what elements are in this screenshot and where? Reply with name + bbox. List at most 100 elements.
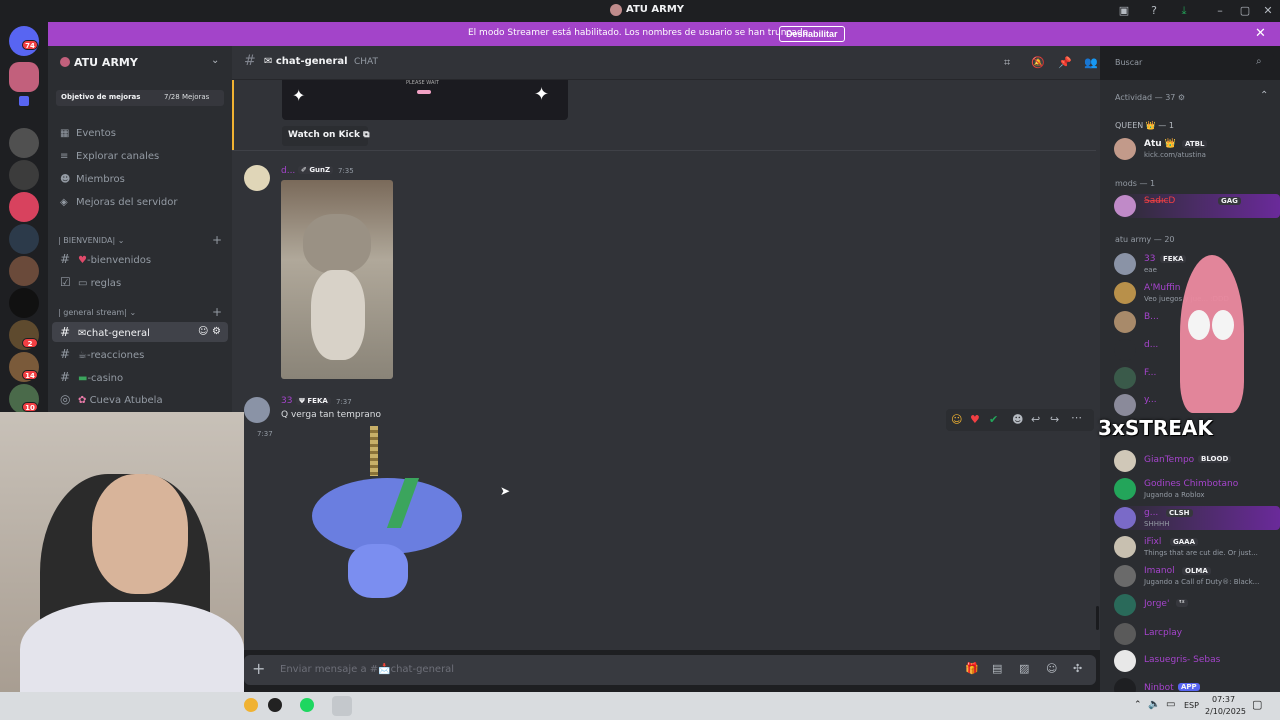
network-icon[interactable]: ▭ bbox=[1166, 699, 1175, 710]
clock-time[interactable]: 07:37 bbox=[1212, 695, 1235, 704]
mute-icon[interactable]: 🔕 bbox=[1031, 56, 1045, 69]
member-item[interactable]: iFixl GAAA Things that are cut die. Or jus… bbox=[1114, 535, 1280, 559]
channel-header: # ✉ chat-general CHAT ⌗ 🔕 📌 👥 bbox=[232, 46, 1100, 80]
emoji-reaction-icon[interactable]: ☺ bbox=[951, 413, 962, 426]
server-rail: 74 2 14 10 bbox=[0, 22, 48, 420]
clock-date[interactable]: 2/10/2025 bbox=[1205, 707, 1246, 716]
category-general-stream[interactable]: | general stream| ⌄ bbox=[58, 308, 136, 317]
channel-chat-general[interactable]: # ✉chat-general ☺ ⚙ bbox=[52, 322, 228, 342]
sticker-icon[interactable]: ▨ bbox=[1019, 662, 1029, 675]
emoji-icon[interactable]: ☺ bbox=[1046, 662, 1057, 675]
spotify-icon[interactable] bbox=[300, 698, 314, 712]
check-reaction-icon[interactable]: ✔ bbox=[989, 413, 998, 426]
channel-label: reglas bbox=[90, 278, 122, 289]
app-icon[interactable] bbox=[268, 698, 282, 712]
member-item[interactable]: Atu 👑 ATBL kick.com/atustina bbox=[1114, 137, 1280, 161]
notification-badge: 14 bbox=[22, 370, 38, 380]
message-composer[interactable]: + Enviar mensaje a #📩chat-general 🎁 ▤ ▨ … bbox=[244, 655, 1096, 685]
invite-icon[interactable]: ☺ bbox=[198, 322, 208, 342]
pin-icon[interactable]: 📌 bbox=[1058, 56, 1072, 69]
nav-events[interactable]: ▦ Eventos bbox=[60, 128, 116, 139]
channel-reglas[interactable]: ☑ ▭ reglas bbox=[52, 272, 228, 292]
server-icon[interactable] bbox=[9, 160, 39, 190]
volume-icon[interactable]: 🔈 bbox=[1148, 699, 1160, 710]
member-item[interactable]: Lasuegris- Sebas bbox=[1114, 649, 1280, 673]
message-author[interactable]: d... bbox=[281, 166, 295, 176]
search-input[interactable]: Buscar bbox=[1115, 58, 1142, 67]
maximize-icon[interactable]: ▢ bbox=[1237, 3, 1253, 19]
attach-icon[interactable]: + bbox=[252, 659, 265, 678]
more-icon[interactable]: ⋯ bbox=[1071, 411, 1082, 424]
forward-icon[interactable]: ↪ bbox=[1050, 413, 1059, 426]
member-name: Atu 👑 bbox=[1144, 139, 1177, 149]
channel-bienvenidos[interactable]: # ♥-bienvenidos bbox=[52, 249, 228, 269]
add-channel-icon[interactable]: + bbox=[212, 233, 222, 247]
add-reaction-icon[interactable]: ☻ bbox=[1012, 413, 1023, 426]
server-icon[interactable] bbox=[9, 128, 39, 158]
message-author[interactable]: 33 bbox=[281, 396, 292, 406]
server-icon[interactable] bbox=[9, 192, 39, 222]
server-icon[interactable] bbox=[9, 224, 39, 254]
boost-goal[interactable]: Objetivo de mejoras 7/28 Mejoras bbox=[56, 90, 224, 106]
member-item[interactable]: S̶a̶̶d̶̶ı̶̶c̶D GAG bbox=[1114, 194, 1280, 218]
member-item[interactable]: g... CLSH SHHHH bbox=[1114, 506, 1280, 530]
gift-icon[interactable]: 🎁 bbox=[965, 662, 979, 675]
disable-button[interactable]: Deshabilitar bbox=[779, 26, 845, 42]
message-input[interactable]: Enviar mensaje a #📩chat-general bbox=[280, 664, 454, 675]
banner-close-icon[interactable]: ✕ bbox=[1255, 26, 1266, 41]
chevron-down-icon[interactable]: ⌄ bbox=[211, 55, 219, 66]
search-box[interactable]: Buscar ⌕ bbox=[1110, 54, 1274, 72]
inbox-icon[interactable]: ▣ bbox=[1116, 3, 1132, 19]
scrollbar[interactable] bbox=[1096, 606, 1099, 630]
cat-body bbox=[311, 270, 365, 360]
avatar[interactable] bbox=[244, 165, 270, 191]
reply-icon[interactable]: ↩ bbox=[1031, 413, 1040, 426]
webcam-overlay bbox=[0, 412, 244, 720]
app-icon[interactable] bbox=[244, 698, 258, 712]
member-item[interactable]: Larcplay bbox=[1114, 622, 1280, 646]
category-bienvenida[interactable]: | BIENVENIDA| ⌄ bbox=[58, 236, 124, 245]
member-item[interactable]: Imanol OLMA Jugando a Call of Duty®: Black… bbox=[1114, 564, 1280, 588]
close-icon[interactable]: ✕ bbox=[1260, 3, 1276, 19]
discord-taskbar-icon[interactable] bbox=[332, 696, 352, 716]
streamer-mode-banner: El modo Streamer está habilitado. Los no… bbox=[48, 22, 1280, 46]
cup-icon: ☕ bbox=[78, 350, 87, 361]
activity-header: Actividad — 37 ⚙ bbox=[1115, 93, 1186, 102]
watch-on-kick-button[interactable]: Watch on Kick ⧉ bbox=[282, 126, 370, 146]
language-indicator[interactable]: ESP bbox=[1184, 701, 1199, 710]
sticker-image[interactable] bbox=[310, 426, 464, 606]
server-icon[interactable] bbox=[9, 288, 39, 318]
add-channel-icon[interactable]: + bbox=[212, 305, 222, 319]
help-icon[interactable]: ? bbox=[1146, 3, 1162, 19]
server-name[interactable]: ATU ARMY bbox=[74, 56, 138, 69]
member-status: Jugando a Call of Duty®: Black... bbox=[1144, 578, 1260, 586]
member-list-icon[interactable]: 👥 bbox=[1084, 56, 1098, 69]
gif-icon[interactable]: ▤ bbox=[992, 662, 1002, 675]
cat-image[interactable] bbox=[281, 180, 393, 379]
nav-browse-channels[interactable]: ≡ Explorar canales bbox=[60, 151, 159, 162]
folder-icon[interactable] bbox=[19, 96, 29, 106]
channel-casino[interactable]: # ▬-casino bbox=[52, 367, 228, 387]
tray-chevron-icon[interactable]: ⌃ bbox=[1134, 700, 1142, 710]
rules-icon: ☑ bbox=[60, 275, 71, 289]
avatar[interactable] bbox=[244, 397, 270, 423]
channel-reacciones[interactable]: # ☕-reacciones bbox=[52, 344, 228, 364]
heart-reaction-icon[interactable]: ♥ bbox=[970, 413, 980, 426]
gear-icon[interactable]: ⚙ bbox=[212, 322, 221, 342]
nav-members[interactable]: ☻ Miembros bbox=[60, 174, 125, 185]
apps-icon[interactable]: ✣ bbox=[1073, 662, 1082, 675]
channel-cueva-atubela[interactable]: ◎ ✿ Cueva Atubela bbox=[52, 389, 228, 409]
minimize-icon[interactable]: – bbox=[1212, 3, 1228, 19]
chevron-up-icon[interactable]: ⌃ bbox=[1260, 90, 1268, 101]
member-item[interactable]: Godines Chimbotano Jugando a Roblox bbox=[1114, 477, 1280, 501]
member-item[interactable]: Jorge' ᵗᶻ bbox=[1114, 593, 1280, 617]
server-icon[interactable] bbox=[9, 256, 39, 286]
download-icon[interactable]: ⤓ bbox=[1176, 3, 1192, 19]
nav-server-boosts[interactable]: ◈ Mejoras del servidor bbox=[60, 197, 178, 208]
flower-icon: ✿ bbox=[78, 395, 90, 406]
threads-icon[interactable]: ⌗ bbox=[1004, 56, 1010, 70]
server-icon-atu[interactable] bbox=[9, 62, 39, 92]
stream-embed[interactable]: ✦ ✦ PLEASE WAIT bbox=[282, 80, 568, 120]
notification-icon[interactable]: ▢ bbox=[1252, 698, 1262, 711]
member-item[interactable]: GianTempo BLOOD bbox=[1114, 449, 1280, 473]
